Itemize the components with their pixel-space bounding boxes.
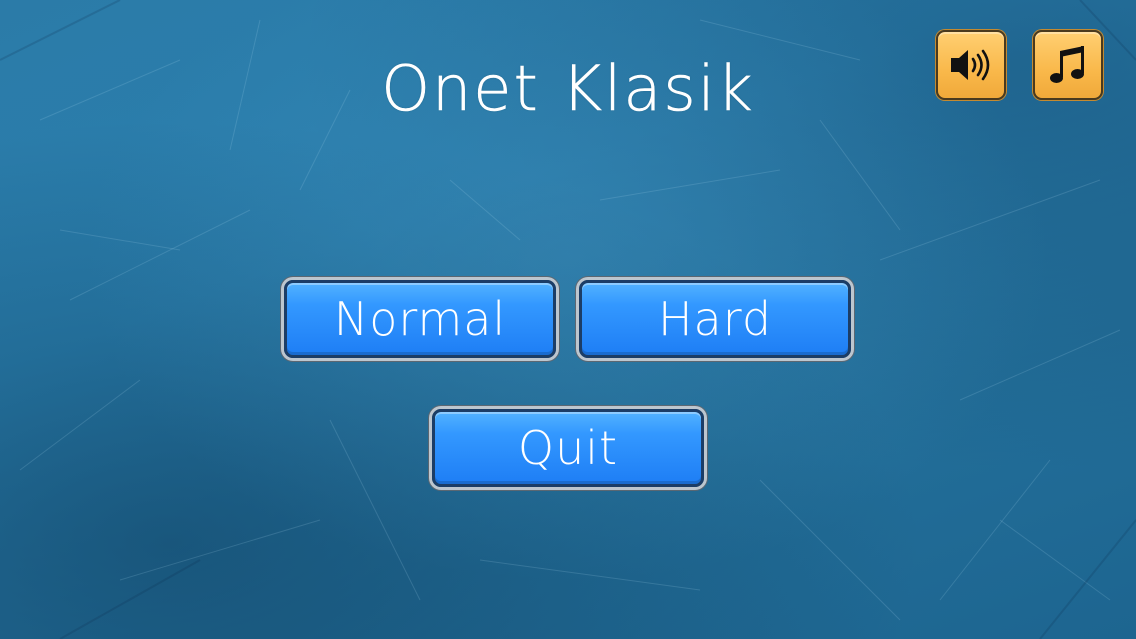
hard-mode-button[interactable]: Hard (579, 280, 851, 358)
speaker-icon (951, 49, 990, 81)
game-screen: Onet Klasik Normal Hard Quit (0, 0, 1136, 639)
music-toggle-button[interactable] (1033, 30, 1103, 100)
sound-toggle-button[interactable] (936, 30, 1006, 100)
quit-button[interactable]: Quit (432, 409, 704, 487)
music-note-icon (1050, 46, 1084, 83)
normal-mode-button[interactable]: Normal (284, 280, 556, 358)
